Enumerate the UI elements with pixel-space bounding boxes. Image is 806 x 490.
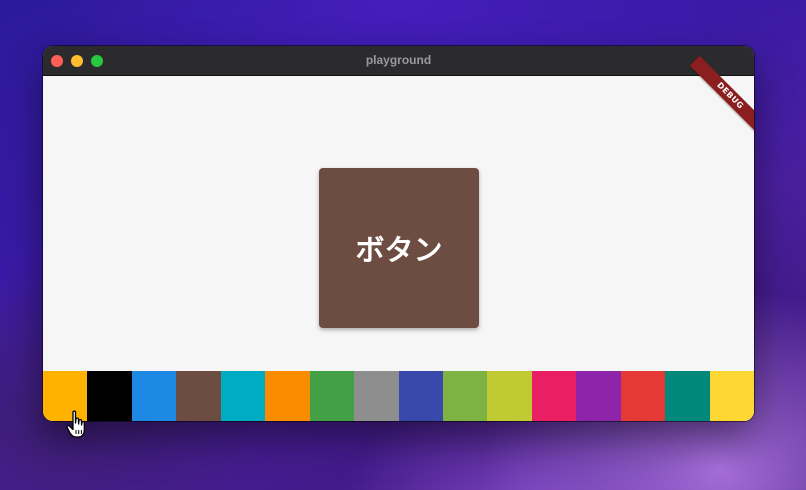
color-swatch[interactable] [265,371,310,421]
color-swatch[interactable] [620,371,666,421]
color-swatch[interactable] [398,371,443,421]
color-swatch[interactable] [354,371,399,421]
color-swatch[interactable] [220,371,266,421]
window-title: playground [365,53,432,67]
main-color-button[interactable]: ボタン [319,168,479,328]
app-window: playground DEBUG ボタン [43,46,754,421]
color-swatch[interactable] [665,371,710,421]
color-swatch[interactable] [487,371,532,421]
title-bar[interactable]: playground [43,46,754,76]
color-swatch[interactable] [576,371,621,421]
color-swatch[interactable] [176,371,221,421]
color-swatch[interactable] [309,371,355,421]
hand-pointer-icon [66,410,85,438]
color-palette [43,371,754,421]
color-swatch[interactable] [709,371,754,421]
app-content: DEBUG ボタン [43,55,754,421]
color-swatch[interactable] [87,371,132,421]
color-swatch[interactable] [442,371,488,421]
color-swatch[interactable] [531,371,577,421]
color-swatch[interactable] [131,371,177,421]
